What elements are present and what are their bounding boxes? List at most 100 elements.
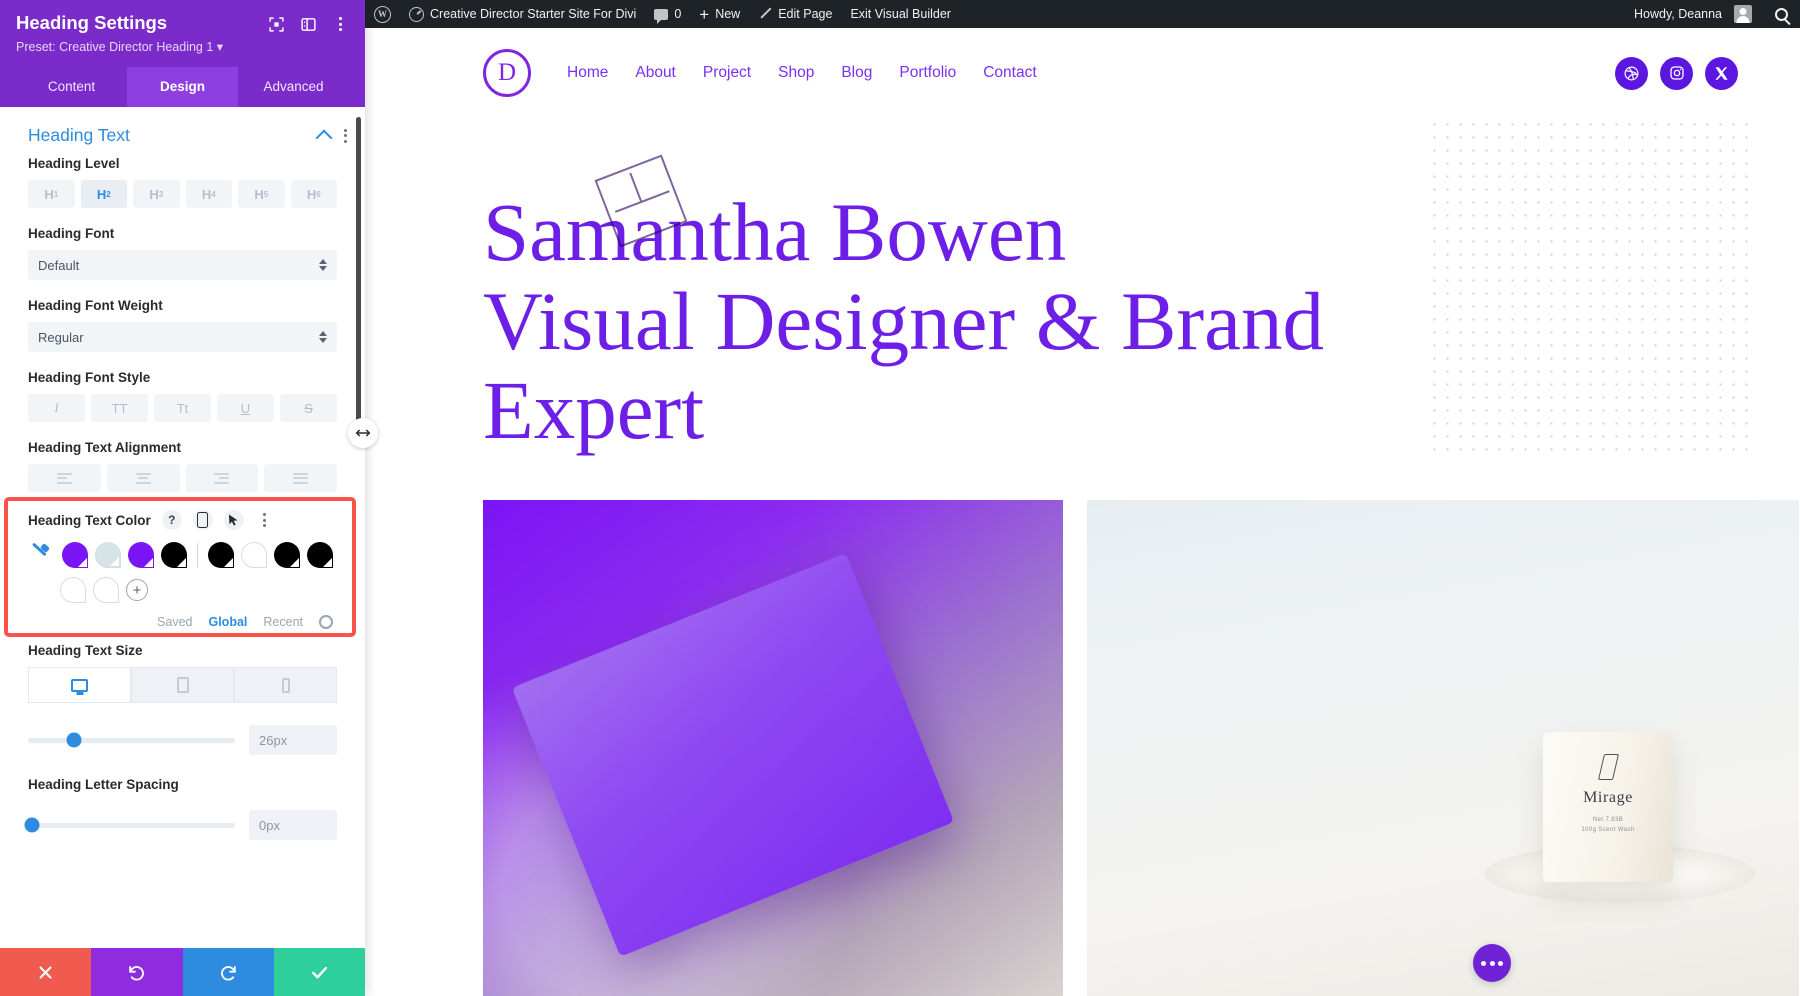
wordpress-logo-icon: [374, 5, 391, 23]
underline-icon[interactable]: U: [217, 394, 274, 422]
align-center-icon[interactable]: [106, 464, 180, 492]
site-navigation: D Home About Project Shop Blog Portfolio…: [365, 28, 1800, 118]
redo-button[interactable]: [182, 948, 274, 996]
heading-font-value: Default: [38, 257, 80, 273]
italic-icon[interactable]: I: [28, 394, 85, 422]
site-name-label: Creative Director Starter Site For Divi: [430, 7, 637, 21]
x-twitter-icon[interactable]: [1705, 56, 1738, 90]
nav-item-about[interactable]: About: [635, 64, 676, 82]
small-caps-icon[interactable]: Tt: [154, 394, 211, 422]
section-heading-text[interactable]: Heading Text: [0, 107, 365, 156]
wordpress-admin-bar: Creative Director Starter Site For Divi …: [365, 0, 1800, 28]
divi-settings-panel: Heading Settings Preset: Creative Direct…: [0, 0, 365, 996]
strikethrough-icon[interactable]: S: [280, 394, 337, 422]
heading-letter-spacing-control: 0px: [0, 810, 365, 840]
edit-page-menu[interactable]: Edit Page: [749, 0, 841, 28]
color-swatch[interactable]: [208, 542, 234, 568]
comments-menu[interactable]: 0: [645, 0, 690, 28]
heading-level-h4[interactable]: H4: [185, 180, 232, 208]
nav-item-home[interactable]: Home: [567, 64, 608, 82]
nav-item-blog[interactable]: Blog: [841, 64, 872, 82]
color-swatch[interactable]: [95, 542, 121, 568]
desktop-icon[interactable]: [28, 667, 131, 703]
tab-advanced[interactable]: Advanced: [238, 67, 349, 107]
heading-letter-spacing-value[interactable]: 0px: [249, 810, 337, 840]
heading-text-size-value[interactable]: 26px: [249, 725, 337, 755]
panel-action-bar: [0, 948, 365, 996]
panel-layout-icon[interactable]: [299, 15, 317, 33]
color-swatch[interactable]: [307, 542, 333, 568]
chevron-updown-icon: [319, 259, 327, 271]
hover-cursor-icon[interactable]: [223, 510, 244, 530]
heading-font-style-label: Heading Font Style: [28, 370, 151, 385]
account-menu[interactable]: Howdy, Deanna: [1625, 0, 1761, 28]
more-vertical-icon[interactable]: [255, 510, 275, 530]
color-swatch[interactable]: [93, 577, 119, 603]
panel-preset-selector[interactable]: Preset: Creative Director Heading 1 ▾: [16, 39, 349, 54]
exit-visual-builder-menu[interactable]: Exit Visual Builder: [841, 0, 960, 28]
nav-item-project[interactable]: Project: [703, 64, 751, 82]
tab-content[interactable]: Content: [16, 67, 127, 107]
cancel-button[interactable]: [0, 948, 92, 996]
phone-icon[interactable]: [234, 667, 337, 703]
align-justify-icon[interactable]: [264, 464, 337, 492]
heading-level-h6[interactable]: H6: [290, 180, 337, 208]
app-root: Creative Director Starter Site For Divi …: [0, 0, 1800, 996]
nav-item-contact[interactable]: Contact: [983, 64, 1036, 82]
tab-design[interactable]: Design: [127, 67, 238, 107]
color-tab-global[interactable]: Global: [208, 615, 247, 629]
color-swatch[interactable]: [241, 542, 267, 568]
field-heading-alignment: Heading Text Alignment: [0, 440, 365, 492]
save-button[interactable]: [273, 948, 365, 996]
dribbble-icon[interactable]: [1615, 56, 1648, 90]
align-right-icon[interactable]: [185, 464, 259, 492]
heading-level-h3[interactable]: H3: [133, 180, 180, 208]
tablet-icon[interactable]: [131, 667, 234, 703]
swatch-divider: [197, 543, 198, 567]
site-name-menu[interactable]: Creative Director Starter Site For Divi: [400, 0, 645, 28]
site-logo[interactable]: D: [483, 49, 531, 97]
heading-font-weight-select[interactable]: Regular: [28, 322, 337, 352]
uppercase-icon[interactable]: TT: [91, 394, 148, 422]
floating-options-button[interactable]: [1473, 944, 1511, 982]
responsive-phone-icon[interactable]: [192, 510, 213, 530]
panel-body: Heading Text Heading Level H1 H2 H3 H 4 …: [0, 107, 365, 996]
gear-icon[interactable]: [319, 615, 333, 629]
color-swatch[interactable]: [60, 577, 86, 603]
chevron-up-icon[interactable]: [315, 129, 333, 146]
nav-item-shop[interactable]: Shop: [778, 64, 814, 82]
heading-level-h2[interactable]: H2: [80, 180, 127, 208]
heading-level-h5[interactable]: H5: [238, 180, 285, 208]
color-swatch[interactable]: [161, 542, 187, 568]
help-icon[interactable]: ?: [161, 510, 182, 530]
nav-item-portfolio[interactable]: Portfolio: [899, 64, 956, 82]
color-palette-tabs: Saved Global Recent: [28, 615, 337, 629]
more-vertical-icon[interactable]: [344, 128, 347, 143]
color-swatch[interactable]: [274, 542, 300, 568]
heading-level-h1[interactable]: H1: [28, 180, 75, 208]
instagram-icon[interactable]: [1660, 56, 1693, 90]
undo-button[interactable]: [91, 948, 183, 996]
eyedropper-icon[interactable]: [28, 544, 50, 566]
heading-text-size-slider[interactable]: [28, 732, 235, 748]
color-swatch[interactable]: [128, 542, 154, 568]
color-tab-saved[interactable]: Saved: [157, 615, 192, 629]
align-left-icon[interactable]: [28, 464, 101, 492]
new-content-menu[interactable]: + New: [690, 0, 749, 28]
hero-heading-line-3: Expert: [483, 363, 705, 456]
search-icon[interactable]: [1775, 7, 1788, 21]
comments-count: 0: [674, 7, 682, 21]
panel-scrollbar[interactable]: [356, 117, 361, 447]
heading-letter-spacing-slider[interactable]: [24, 817, 235, 833]
field-heading-level: Heading Level H1 H2 H3 H4 H5 H6: [0, 156, 365, 208]
focus-target-icon[interactable]: [267, 15, 285, 33]
wp-logo-menu[interactable]: [365, 0, 400, 28]
heading-font-select[interactable]: Default: [28, 250, 337, 280]
color-swatch[interactable]: [62, 542, 88, 568]
hero-heading-line-2: Visual Designer & Brand: [483, 274, 1324, 367]
horizontal-resize-icon[interactable]: [348, 418, 378, 448]
more-vertical-icon[interactable]: [331, 15, 349, 33]
color-tab-recent[interactable]: Recent: [263, 615, 303, 629]
add-color-button[interactable]: +: [126, 579, 148, 601]
slider-knob[interactable]: [66, 732, 82, 748]
